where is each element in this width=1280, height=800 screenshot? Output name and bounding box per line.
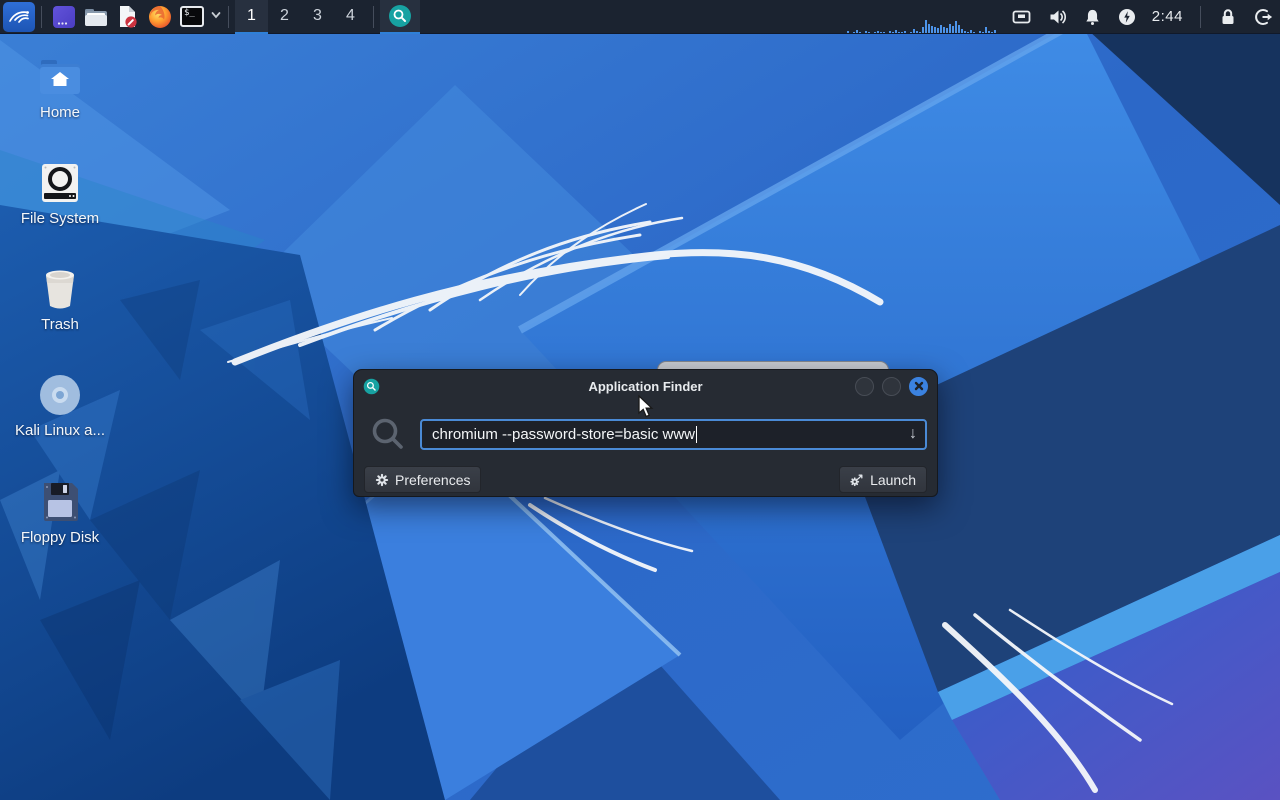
volume-icon[interactable] [1047,7,1068,27]
top-panel: $_ 1 2 3 4 2:44 [0,0,1280,34]
desktop-icon-trash[interactable]: Trash [8,266,112,333]
home-folder-icon [8,54,112,100]
desktop-icon-label: Home [39,104,80,121]
launch-button[interactable]: Launch [839,466,927,493]
launcher-terminal[interactable]: $_ [177,1,207,33]
workspace-4[interactable]: 4 [334,0,367,34]
desktop-icon-file-system[interactable]: File System [8,160,112,227]
text-editor-icon [120,5,137,28]
desktop-icon-label: File System [20,210,100,227]
minimize-button[interactable] [855,376,874,396]
launcher-dropdown[interactable] [210,8,222,26]
application-finder-icon [389,4,411,27]
workspace-3[interactable]: 3 [301,0,334,34]
notification-bell-icon[interactable] [1083,7,1102,27]
window-app-icon [363,378,380,394]
text-caret [695,425,697,443]
desktop-icon-label: Kali Linux a... [14,422,106,439]
close-button[interactable] [909,376,928,396]
trash-icon [8,266,112,312]
taskbar-application-finder[interactable] [380,0,420,34]
files-app-icon [53,5,75,28]
chevron-down-icon [211,11,221,18]
workspace-1[interactable]: 1 [235,0,268,34]
clock[interactable]: 2:44 [1152,8,1183,25]
launcher-text-editor[interactable] [113,1,143,33]
combo-dropdown-icon[interactable]: ↓ [909,425,917,443]
search-icon [372,418,403,449]
firefox-icon [149,5,171,28]
launcher-files-app[interactable] [49,1,79,33]
hard-drive-icon [8,160,112,206]
kali-logo-icon [9,10,29,23]
power-manager-icon[interactable] [1117,7,1137,27]
launch-icon [850,474,863,486]
mouse-cursor [638,395,654,418]
search-input[interactable]: chromium --password-store=basic www ↓ [420,418,927,450]
panel-separator [228,5,229,28]
desktop-icon-label: Floppy Disk [20,529,100,546]
kali-menu-button[interactable] [3,1,35,32]
launcher-firefox[interactable] [145,1,175,33]
gear-icon [375,473,389,486]
floppy-disk-icon [8,479,112,525]
application-finder-window: Application Finder chromium --password-s… [353,369,938,497]
panel-separator [373,5,374,28]
preferences-button[interactable]: Preferences [364,466,482,493]
panel-separator [1200,5,1201,28]
terminal-icon: $_ [180,6,204,27]
desktop-icon-floppy-disk[interactable]: Floppy Disk [8,479,112,546]
network-icon[interactable] [1011,7,1032,27]
desktop-icon-home[interactable]: Home [8,54,112,121]
window-title: Application Finder [588,378,703,394]
workspace-2[interactable]: 2 [268,0,301,34]
cpu-graph[interactable] [846,0,997,34]
close-icon [914,381,923,391]
logout-icon[interactable] [1253,7,1274,27]
cdrom-icon [8,372,112,418]
desktop-icon-label: Trash [41,316,79,333]
panel-separator [41,5,42,28]
launcher-file-manager[interactable] [81,1,111,33]
maximize-button[interactable] [882,376,901,396]
file-manager-icon [85,8,107,26]
search-input-value: chromium --password-store=basic www [432,425,695,443]
desktop-icon-kali-cd[interactable]: Kali Linux a... [8,372,112,439]
desktop: $_ 1 2 3 4 2:44 Home File System Trash K… [0,0,1280,800]
lock-icon[interactable] [1218,7,1238,27]
